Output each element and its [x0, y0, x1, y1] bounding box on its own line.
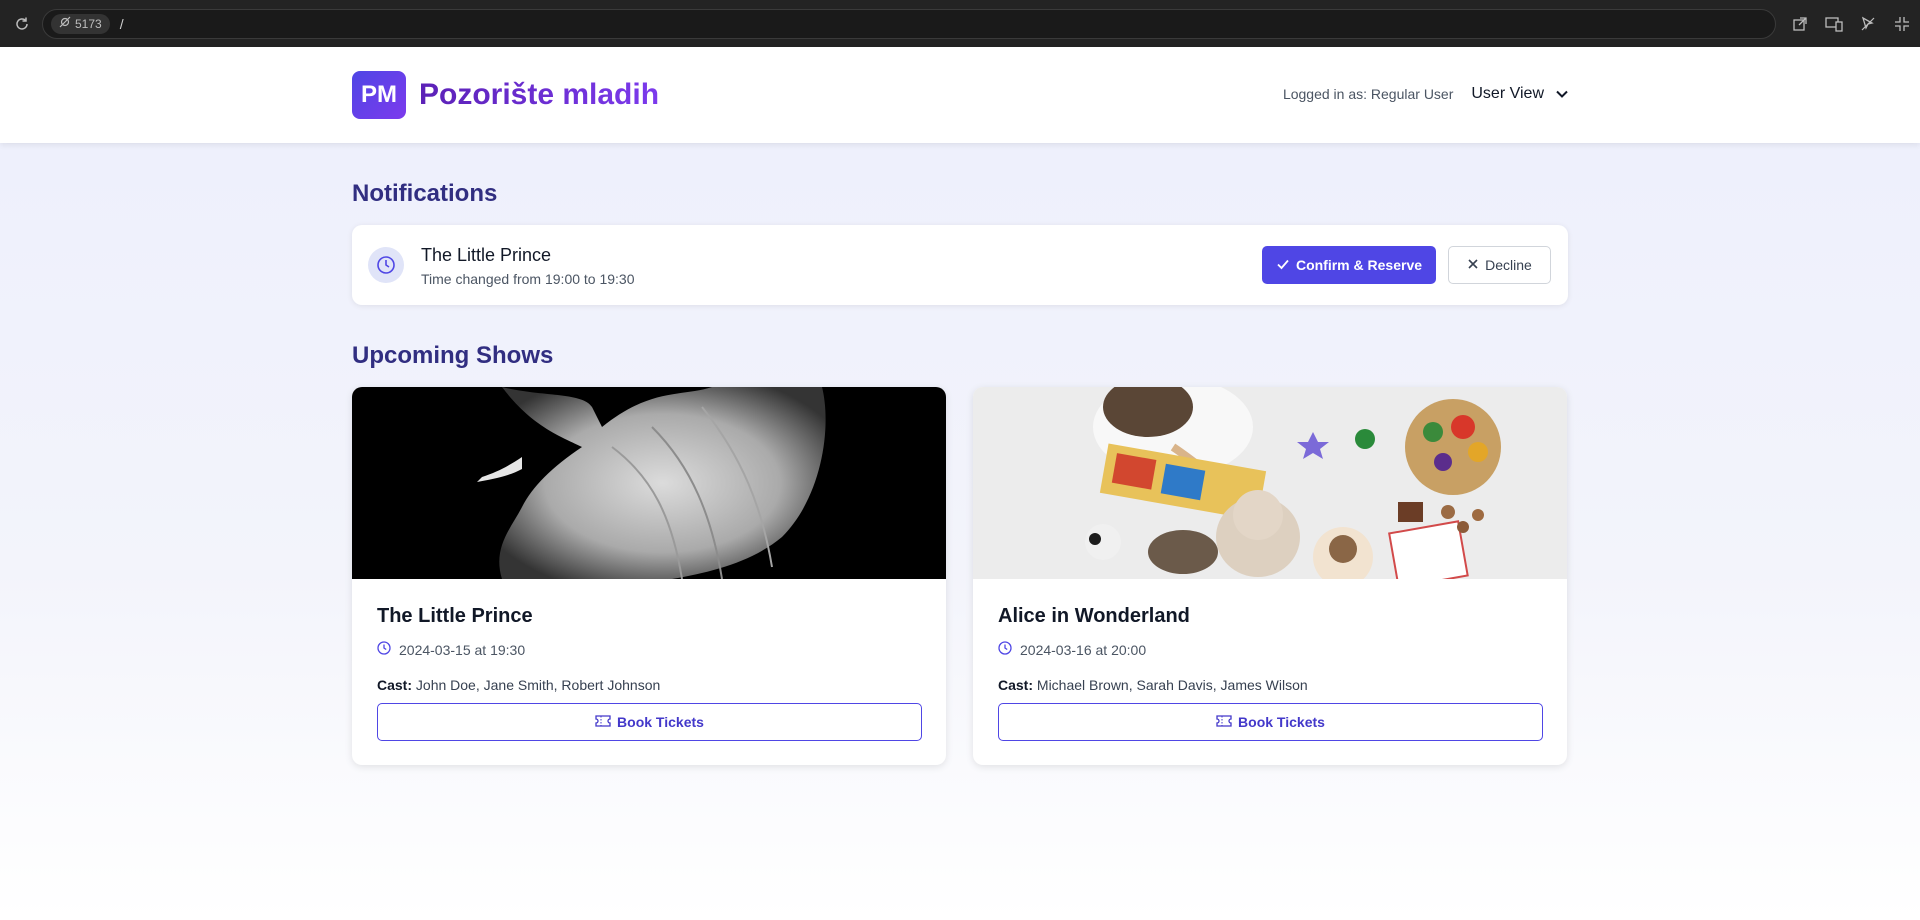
show-cast: Cast: Michael Brown, Sarah Davis, James … [998, 677, 1308, 693]
brand[interactable]: PM Pozorište mladih [352, 71, 659, 119]
open-external-icon[interactable] [1790, 14, 1810, 34]
decline-button[interactable]: Decline [1448, 246, 1551, 284]
notification-message: Time changed from 19:00 to 19:30 [421, 271, 635, 287]
show-card: The Little Prince 2024-03-15 at 19:30 Ca… [352, 387, 946, 765]
port-chip: 5173 [51, 13, 110, 34]
port-text: 5173 [75, 16, 102, 31]
show-datetime: 2024-03-16 at 20:00 [998, 641, 1146, 658]
notification-card: The Little Prince Time changed from 19:0… [352, 225, 1568, 305]
book-tickets-button[interactable]: Book Tickets [998, 703, 1543, 741]
cast-label: Cast: [377, 677, 413, 693]
brand-name: Pozorište mladih [419, 78, 660, 111]
address-bar[interactable]: 5173 / [42, 8, 1776, 39]
show-datetime: 2024-03-15 at 19:30 [377, 641, 525, 658]
clock-icon [377, 641, 391, 658]
close-icon [1467, 257, 1479, 273]
show-title: Alice in Wonderland [998, 605, 1190, 627]
ticket-icon [595, 714, 611, 730]
reload-icon[interactable] [10, 12, 34, 36]
show-datetime-text: 2024-03-15 at 19:30 [399, 641, 526, 658]
show-image-toys [973, 387, 1567, 579]
show-image-dancer [352, 387, 946, 579]
book-tickets-label: Book Tickets [1238, 714, 1325, 730]
ticket-icon [1216, 714, 1232, 730]
app-header: PM Pozorište mladih Logged in as: Regula… [0, 47, 1920, 143]
show-card: Alice in Wonderland 2024-03-16 at 20:00 … [973, 387, 1567, 765]
logo: PM [352, 71, 406, 119]
book-tickets-button[interactable]: Book Tickets [377, 703, 922, 741]
cast-names: Michael Brown, Sarah Davis, James Wilson [1036, 677, 1308, 693]
show-title: The Little Prince [377, 605, 533, 627]
inspect-icon[interactable] [1858, 14, 1878, 34]
browser-toolbar: 5173 / [0, 0, 1920, 47]
book-tickets-label: Book Tickets [617, 714, 704, 730]
view-select-value: User View [1471, 85, 1544, 102]
confirm-reserve-label: Confirm & Reserve [1295, 257, 1423, 273]
show-datetime-text: 2024-03-16 at 20:00 [1020, 641, 1147, 658]
chevron-down-icon [1556, 85, 1568, 103]
confirm-reserve-button[interactable]: Confirm & Reserve [1262, 246, 1436, 284]
decline-label: Decline [1485, 257, 1532, 273]
notifications-heading: Notifications [352, 180, 498, 207]
connection-icon [59, 16, 71, 31]
view-select[interactable]: User View [1471, 85, 1568, 103]
notification-title: The Little Prince [421, 245, 552, 265]
clock-icon [998, 641, 1012, 658]
upcoming-shows-heading: Upcoming Shows [352, 342, 554, 369]
logged-in-status: Logged in as: Regular User [1282, 86, 1454, 102]
clock-icon [368, 247, 404, 283]
devices-icon[interactable] [1824, 14, 1844, 34]
check-icon [1276, 257, 1290, 274]
url-path: / [119, 15, 124, 32]
collapse-icon[interactable] [1892, 14, 1912, 34]
cast-names: John Doe, Jane Smith, Robert Johnson [415, 677, 661, 693]
cast-label: Cast: [998, 677, 1034, 693]
show-cast: Cast: John Doe, Jane Smith, Robert Johns… [377, 677, 660, 693]
